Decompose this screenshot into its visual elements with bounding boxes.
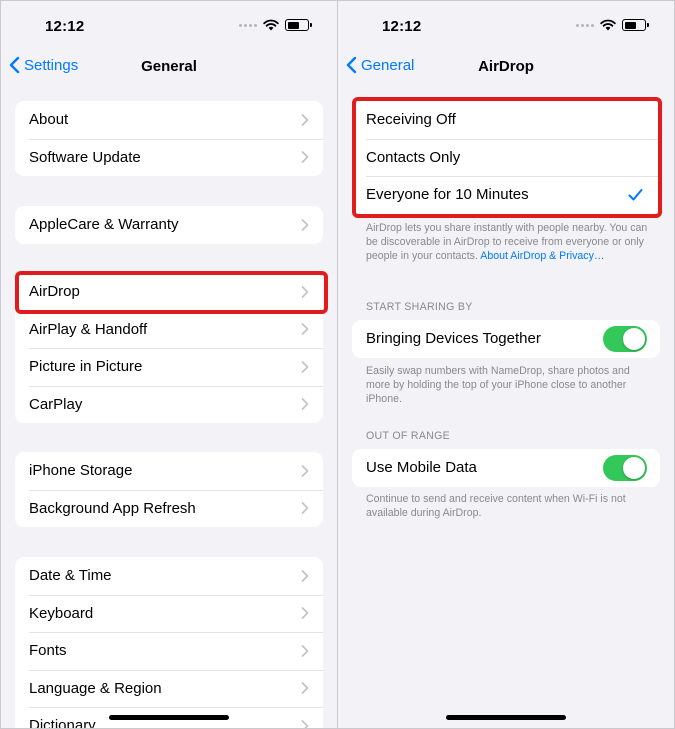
battery-icon (622, 19, 649, 31)
use-mobile-data-toggle[interactable] (603, 454, 647, 481)
settings-row-carplay[interactable]: CarPlay (15, 385, 323, 424)
chevron-right-icon (301, 682, 309, 695)
status-icons (576, 19, 649, 31)
settings-row-language-region[interactable]: Language & Region (15, 669, 323, 708)
about-airdrop-privacy-link[interactable]: About AirDrop & Privacy… (480, 250, 604, 262)
chevron-right-icon (301, 644, 309, 657)
settings-row-picture-in-picture[interactable]: Picture in Picture (15, 348, 323, 386)
airdrop-description: AirDrop lets you share instantly with pe… (366, 222, 648, 262)
airdrop-settings-screen: 12:12 General AirDrop Receiving Off Cont… (338, 1, 674, 728)
status-bar: 12:12 (1, 1, 337, 51)
settings-row-iphone-storage[interactable]: iPhone Storage (15, 452, 323, 490)
settings-group-locale: Date & Time Keyboard Fonts Language & Re… (15, 557, 323, 728)
battery-icon (285, 19, 312, 31)
chevron-right-icon (301, 569, 309, 582)
mobile-data-description: Continue to send and receive content whe… (366, 493, 626, 519)
chevron-right-icon (301, 502, 309, 515)
settings-row-about[interactable]: About (15, 101, 323, 139)
chevron-right-icon (301, 398, 309, 411)
airdrop-highlight-box (15, 271, 328, 314)
home-indicator[interactable] (109, 715, 229, 720)
status-time: 12:12 (382, 18, 422, 35)
cellular-signal-icon (576, 23, 594, 27)
page-title: General (141, 58, 197, 75)
chevron-right-icon (301, 113, 309, 126)
chevron-right-icon (301, 360, 309, 373)
chevron-right-icon (301, 607, 309, 620)
home-indicator[interactable] (446, 715, 566, 720)
settings-group-storage: iPhone Storage Background App Refresh (15, 452, 323, 527)
status-time: 12:12 (45, 18, 85, 35)
settings-row-fonts[interactable]: Fonts (15, 632, 323, 670)
chevron-right-icon (301, 218, 309, 231)
status-icons (239, 19, 312, 31)
settings-row-software-update[interactable]: Software Update (15, 138, 323, 177)
chevron-right-icon (301, 151, 309, 164)
navigation-bar: General AirDrop (338, 51, 674, 83)
settings-row-applecare[interactable]: AppleCare & Warranty (15, 206, 323, 244)
settings-group-applecare: AppleCare & Warranty (15, 206, 323, 244)
status-bar: 12:12 (338, 1, 674, 51)
use-mobile-data-row: Use Mobile Data (352, 449, 660, 487)
wifi-icon (600, 19, 616, 31)
settings-row-background-app-refresh[interactable]: Background App Refresh (15, 489, 323, 528)
settings-group-about: About Software Update (15, 101, 323, 176)
out-of-range-group: Use Mobile Data (352, 449, 660, 487)
navigation-bar: Settings General (1, 51, 337, 83)
chevron-right-icon (301, 464, 309, 477)
wifi-icon (263, 19, 279, 31)
section-header-start-sharing: START SHARING BY (366, 301, 473, 313)
chevron-right-icon (301, 323, 309, 336)
chevron-right-icon (301, 719, 309, 728)
start-sharing-group: Bringing Devices Together (352, 320, 660, 358)
settings-row-airplay-handoff[interactable]: AirPlay & Handoff (15, 310, 323, 349)
general-settings-screen: 12:12 Settings General About Software Up… (1, 1, 337, 728)
settings-row-keyboard[interactable]: Keyboard (15, 594, 323, 633)
bringing-devices-together-row: Bringing Devices Together (352, 320, 660, 358)
settings-row-date-time[interactable]: Date & Time (15, 557, 323, 595)
receiving-options-highlight-box (352, 97, 662, 218)
cellular-signal-icon (239, 23, 257, 27)
bringing-devices-toggle[interactable] (603, 325, 647, 352)
section-header-out-of-range: OUT OF RANGE (366, 430, 451, 442)
page-title: AirDrop (478, 58, 534, 75)
bringing-devices-description: Easily swap numbers with NameDrop, share… (366, 365, 630, 405)
